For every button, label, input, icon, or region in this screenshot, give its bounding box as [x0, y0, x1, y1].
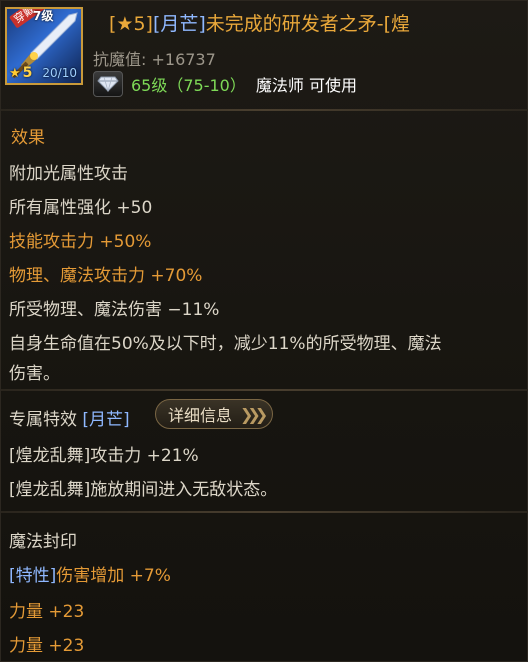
grade-badge: 7级: [33, 9, 54, 23]
effect-line: 所有属性强化 +50: [9, 198, 153, 218]
seal-trait-row: [特性]伤害增加 +7%: [9, 561, 171, 586]
effect-line: 伤害。: [9, 364, 60, 384]
item-grade-tag: [★5]: [109, 13, 153, 35]
item-mark-tag: [月芒]: [152, 13, 206, 35]
item-name-text: 未完成的研发者之矛-[煌: [205, 13, 411, 35]
seal-line: 力量 +23: [9, 636, 85, 656]
detail-info-label: 详细信息: [168, 406, 233, 425]
exclusive-line: [煌龙乱舞]攻击力 +21%: [9, 446, 199, 466]
divider: [1, 389, 528, 391]
required-class: 魔法师 可使用: [255, 76, 357, 95]
reinforce-info: ★ 5 20/10: [9, 65, 77, 81]
effects-title: 效果: [11, 128, 45, 148]
effect-line: 所受物理、魔法伤害 −11%: [9, 300, 220, 320]
trait-tag: [特性]: [9, 566, 57, 586]
required-level: 65级（75-10）: [131, 76, 246, 95]
tooltip-header: 穿戴中 7级 ★ 5 20/10 [★5][月芒]未完成的研发者之矛-[煌 抗魔…: [1, 1, 528, 105]
exclusive-line: [煌龙乱舞]施放期间进入无敌状态。: [9, 480, 278, 500]
exclusive-title-row: 专属特效 [月芒]: [9, 405, 130, 430]
requirement-line: 65级（75-10） 魔法师 可使用: [93, 71, 357, 97]
divider: [1, 109, 528, 111]
item-name: [★5][月芒]未完成的研发者之矛-[煌: [109, 9, 519, 36]
effect-line: 技能攻击力 +50%: [9, 232, 152, 252]
divider: [1, 511, 528, 513]
detail-info-button[interactable]: 详细信息 ❯❯❯: [155, 399, 273, 429]
exclusive-mark: [月芒]: [82, 410, 130, 430]
item-tooltip: 穿戴中 7级 ★ 5 20/10 [★5][月芒]未完成的研发者之矛-[煌 抗魔…: [0, 0, 528, 662]
item-icon[interactable]: 穿戴中 7级 ★ 5 20/10: [5, 7, 83, 85]
double-chevron-right-icon: ❯❯❯: [240, 404, 268, 424]
reinforce-level: 5: [22, 65, 33, 81]
effect-line: 物理、魔法攻击力 +70%: [9, 266, 203, 286]
star-icon: ★: [9, 66, 21, 81]
anti-magic-stat: 抗魔值: +16737: [93, 50, 216, 69]
trait-text: 伤害增加 +7%: [56, 566, 171, 586]
effect-line: 自身生命值在50%及以下时，减少11%的所受物理、魔法: [9, 334, 442, 354]
seal-line: 力量 +23: [9, 602, 85, 622]
rarity-gem-icon: [93, 71, 123, 97]
exclusive-title: 专属特效: [9, 410, 77, 430]
seal-title: 魔法封印: [9, 532, 77, 552]
durability-value: 20/10: [42, 66, 77, 80]
effect-line: 附加光属性攻击: [9, 164, 128, 184]
